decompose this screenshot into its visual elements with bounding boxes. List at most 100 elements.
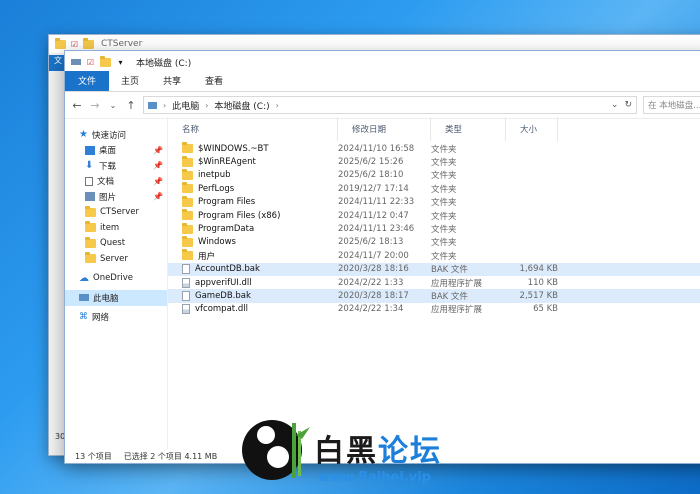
- file-date: 2024/11/12 0:47: [338, 210, 409, 221]
- file-name: Program Files: [198, 197, 256, 208]
- forward-arrow-icon[interactable]: →: [89, 99, 101, 112]
- file-name-cell: AccountDB.bak: [168, 264, 338, 275]
- pin-icon: 📌: [153, 145, 163, 155]
- documents-icon: [85, 176, 93, 186]
- breadcrumb-this-pc[interactable]: 此电脑: [172, 99, 199, 112]
- watermark-url: www.Baihei.vip: [318, 470, 431, 485]
- file-name-cell: 用户: [168, 249, 338, 262]
- tab-view[interactable]: 查看: [193, 71, 235, 91]
- folder-icon: [182, 195, 193, 207]
- refresh-icon[interactable]: ↻: [624, 100, 632, 110]
- file-name-cell: vfcompat.dll: [168, 304, 338, 315]
- table-row[interactable]: Windows 2025/6/2 18:13 文件夹: [168, 235, 700, 249]
- folder-icon: [182, 209, 193, 221]
- file-type: 文件夹: [431, 144, 457, 155]
- file-size: 110 KB: [527, 277, 558, 288]
- back-arrow-icon[interactable]: ←: [71, 99, 83, 112]
- table-row[interactable]: AccountDB.bak 2020/3/28 18:16 BAK 文件 1,694 …: [168, 262, 700, 276]
- nav-folder-ctserver[interactable]: CTServer: [65, 205, 167, 221]
- pin-icon: 📌: [153, 176, 163, 186]
- file-name: Windows: [198, 237, 236, 248]
- table-row[interactable]: Program Files 2024/11/11 22:33 文件夹: [168, 195, 700, 209]
- folder-icon: [182, 222, 193, 234]
- file-type: 文件夹: [431, 184, 457, 195]
- file-date: 2024/11/7 20:00: [338, 250, 409, 261]
- table-row[interactable]: $WINDOWS.~BT 2024/11/10 16:58 文件夹: [168, 142, 700, 155]
- column-header-type[interactable]: 类型: [431, 117, 506, 141]
- recent-dropdown-icon[interactable]: ⌄: [107, 101, 119, 110]
- quick-access-dropdown-icon[interactable]: ▾: [115, 57, 126, 68]
- file-type: 文件夹: [431, 198, 457, 209]
- tab-file[interactable]: 文件: [65, 71, 110, 91]
- folder-icon: [182, 168, 193, 180]
- file-size: 65 KB: [533, 304, 558, 315]
- nav-documents[interactable]: 文档 📌: [65, 174, 167, 190]
- table-row[interactable]: PerfLogs 2019/12/7 17:14 文件夹: [168, 182, 700, 195]
- address-row: ← → ⌄ ↑ › 此电脑 › 本地磁盘 (C:) › ⌄ ↻ 在 本地磁盘..…: [65, 92, 700, 119]
- table-row[interactable]: vfcompat.dll 2024/2/22 1:34 应用程序扩展 65 KB: [168, 303, 700, 316]
- column-header-size[interactable]: 大小: [506, 117, 558, 141]
- folder-icon: [182, 235, 193, 247]
- computer-icon: [79, 294, 89, 302]
- folder-icon: [182, 142, 193, 154]
- nav-pictures[interactable]: 图片 📌: [65, 189, 167, 205]
- table-row[interactable]: GameDB.bak 2020/3/28 18:17 BAK 文件 2,517 KB: [168, 289, 700, 303]
- explorer-window: ☑ ▾ 本地磁盘 (C:) 文件 主页 共享 查看 ← → ⌄ ↑ › 此电脑 …: [64, 50, 700, 464]
- breadcrumb-local-disk[interactable]: 本地磁盘 (C:): [214, 99, 269, 112]
- tab-share[interactable]: 共享: [151, 71, 193, 91]
- breadcrumb-separator-icon: ›: [205, 100, 209, 110]
- folder-icon: [85, 221, 96, 233]
- nav-onedrive[interactable]: ☁ OneDrive: [65, 271, 167, 287]
- properties-icon[interactable]: ☑: [85, 57, 96, 68]
- nav-folder-item[interactable]: item: [65, 220, 167, 236]
- nav-folder-quest[interactable]: Quest: [65, 236, 167, 252]
- table-row[interactable]: appverifUI.dll 2024/2/22 1:33 应用程序扩展 110 KB: [168, 276, 700, 289]
- desktop-icon: [85, 145, 95, 155]
- nav-this-pc[interactable]: 此电脑: [65, 290, 167, 306]
- drive-icon: [71, 59, 81, 65]
- new-folder-icon[interactable]: [100, 55, 111, 67]
- file-type: 文件夹: [431, 251, 457, 262]
- file-name: Program Files (x86): [198, 210, 281, 221]
- background-window-title: CTServer: [101, 39, 143, 49]
- table-row[interactable]: Program Files (x86) 2024/11/12 0:47 文件夹: [168, 209, 700, 222]
- file-name-cell: ProgramData: [168, 222, 338, 234]
- star-icon: ★: [79, 129, 88, 141]
- file-name: GameDB.bak: [195, 290, 251, 301]
- nav-quick-access[interactable]: ★ 快速访问: [65, 127, 167, 143]
- file-date: 2024/2/22 1:34: [338, 304, 404, 315]
- window-title: 本地磁盘 (C:): [136, 58, 192, 69]
- file-date: 2024/11/11 22:33: [338, 197, 415, 208]
- nav-network[interactable]: ⌘ 网络: [65, 310, 167, 326]
- file-name-cell: Program Files: [168, 195, 338, 208]
- nav-downloads[interactable]: ⬇ 下载 📌: [65, 158, 167, 174]
- tab-home[interactable]: 主页: [109, 71, 151, 91]
- column-header-name[interactable]: 名称: [168, 117, 338, 141]
- table-row[interactable]: inetpub 2025/6/2 18:10 文件夹: [168, 168, 700, 182]
- file-name: inetpub: [198, 170, 231, 181]
- ribbon: 文件 主页 共享 查看: [65, 71, 700, 92]
- cloud-icon: ☁: [79, 272, 89, 284]
- search-input[interactable]: 在 本地磁盘...: [643, 96, 700, 114]
- file-rows: $WINDOWS.~BT 2024/11/10 16:58 文件夹 $WinREAge…: [168, 142, 700, 316]
- file-type: 文件夹: [431, 225, 457, 236]
- up-arrow-icon[interactable]: ↑: [125, 99, 137, 112]
- file-name-cell: GameDB.bak: [168, 290, 338, 301]
- column-header-date[interactable]: 修改日期: [338, 117, 431, 141]
- item-count: 13 个项目: [75, 451, 112, 461]
- breadcrumb-separator-icon: ›: [163, 100, 167, 110]
- file-type: 文件夹: [431, 158, 457, 169]
- nav-desktop[interactable]: 桌面 📌: [65, 143, 167, 159]
- address-dropdown-icon[interactable]: ⌄: [611, 100, 619, 110]
- table-row[interactable]: $WinREAgent 2025/6/2 15:26 文件夹: [168, 155, 700, 168]
- checkbox-icon: ☑: [70, 39, 79, 49]
- address-bar[interactable]: › 此电脑 › 本地磁盘 (C:) › ⌄ ↻: [143, 96, 637, 114]
- table-row[interactable]: ProgramData 2024/11/11 23:46 文件夹: [168, 222, 700, 235]
- nav-folder-server[interactable]: Server: [65, 251, 167, 267]
- file-size: 2,517 KB: [519, 290, 558, 301]
- title-bar: ☑ ▾ 本地磁盘 (C:): [65, 51, 700, 73]
- navigation-pane: ★ 快速访问 桌面 📌 ⬇ 下载 📌 文档 📌 图片 📌 CTServer it…: [65, 117, 168, 449]
- file-name: AccountDB.bak: [195, 264, 260, 275]
- computer-icon: [148, 101, 157, 109]
- table-row[interactable]: 用户 2024/11/7 20:00 文件夹: [168, 249, 700, 262]
